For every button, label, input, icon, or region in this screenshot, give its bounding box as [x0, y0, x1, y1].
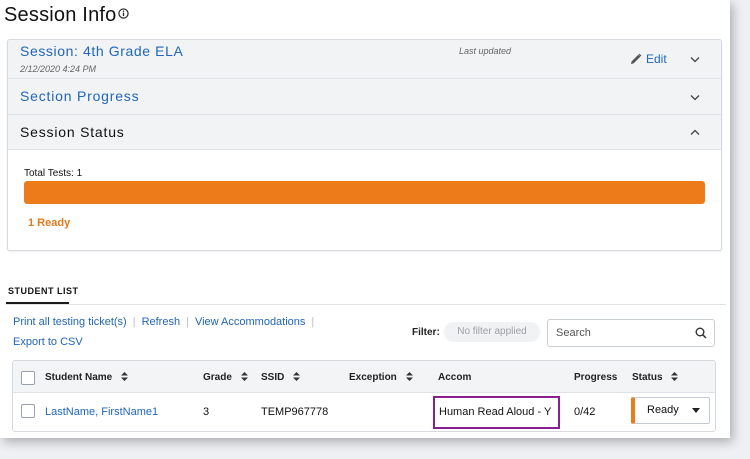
info-icon[interactable] — [118, 8, 129, 19]
session-info-page: Session Info Session: 4th Grade ELA 2/12… — [0, 0, 730, 438]
col-grade[interactable]: Grade — [203, 372, 248, 383]
status-value: Ready — [647, 404, 679, 416]
sort-icon — [671, 372, 679, 381]
search-placeholder: Search — [556, 327, 591, 339]
section-progress-label: Section Progress — [20, 88, 140, 104]
chevron-down-icon[interactable] — [690, 56, 700, 63]
student-ssid: TEMP967778 — [261, 406, 329, 418]
student-actions: Print all testing ticket(s) | Refresh | … — [13, 316, 320, 328]
refresh-link[interactable]: Refresh — [142, 316, 181, 328]
student-table: Student Name Grade SSID Exception Accom … — [12, 360, 716, 432]
col-exception[interactable]: Exception — [349, 372, 413, 383]
status-dropdown[interactable]: Ready — [631, 397, 710, 424]
export-csv-link[interactable]: Export to CSV — [13, 336, 83, 348]
table-header: Student Name Grade SSID Exception Accom … — [13, 361, 715, 393]
tab-divider — [6, 304, 726, 305]
col-accom: Accom — [438, 372, 472, 383]
caret-down-icon — [692, 408, 700, 413]
action-separator: | — [311, 316, 315, 328]
edit-button[interactable]: Edit — [630, 51, 667, 67]
view-accommodations-link[interactable]: View Accommodations — [195, 316, 305, 328]
tab-student-list[interactable]: STUDENT LIST — [8, 286, 79, 296]
search-icon[interactable] — [695, 327, 707, 339]
filter-pill[interactable]: No filter applied — [444, 322, 540, 342]
search-input[interactable]: Search — [547, 319, 715, 347]
filter-label: Filter: — [412, 327, 440, 338]
status-progress-bar — [24, 181, 705, 204]
ready-count-label: 1 Ready — [28, 217, 71, 229]
action-separator: | — [132, 316, 136, 328]
print-tickets-link[interactable]: Print all testing ticket(s) — [13, 316, 127, 328]
sort-icon — [240, 372, 248, 381]
session-date: 2/12/2020 4:24 PM — [20, 64, 97, 74]
student-accom: Human Read Aloud - Y — [433, 396, 560, 429]
chevron-up-icon[interactable] — [690, 129, 700, 136]
total-tests-label: Total Tests: 1 — [24, 168, 83, 179]
page-title: Session Info — [4, 4, 117, 26]
sort-icon — [405, 372, 413, 381]
col-ssid[interactable]: SSID — [261, 372, 301, 383]
student-progress: 0/42 — [574, 406, 596, 418]
pencil-icon — [631, 53, 642, 64]
status-progress-fill — [24, 181, 705, 204]
row-checkbox[interactable] — [21, 404, 35, 418]
col-status[interactable]: Status — [632, 372, 679, 383]
student-grade: 3 — [203, 406, 210, 418]
edit-label: Edit — [646, 52, 667, 66]
session-title: Session: 4th Grade ELA — [20, 43, 184, 59]
action-separator: | — [186, 316, 189, 328]
last-updated-label: Last updated — [459, 46, 512, 56]
select-all-checkbox[interactable] — [21, 371, 35, 385]
section-progress-header[interactable]: Section Progress — [8, 79, 721, 115]
chevron-down-icon[interactable] — [690, 94, 700, 101]
sort-icon — [293, 372, 301, 381]
sort-icon — [121, 372, 129, 381]
col-progress: Progress — [574, 372, 618, 383]
session-panel: Session: 4th Grade ELA 2/12/2020 4:24 PM… — [7, 39, 722, 251]
col-student-name[interactable]: Student Name — [45, 372, 129, 383]
session-status-header[interactable]: Session Status — [8, 115, 721, 150]
student-name-link[interactable]: LastName, FirstName1 — [45, 406, 158, 418]
session-header[interactable]: Session: 4th Grade ELA 2/12/2020 4:24 PM… — [8, 40, 721, 79]
session-status-label: Session Status — [20, 124, 125, 140]
